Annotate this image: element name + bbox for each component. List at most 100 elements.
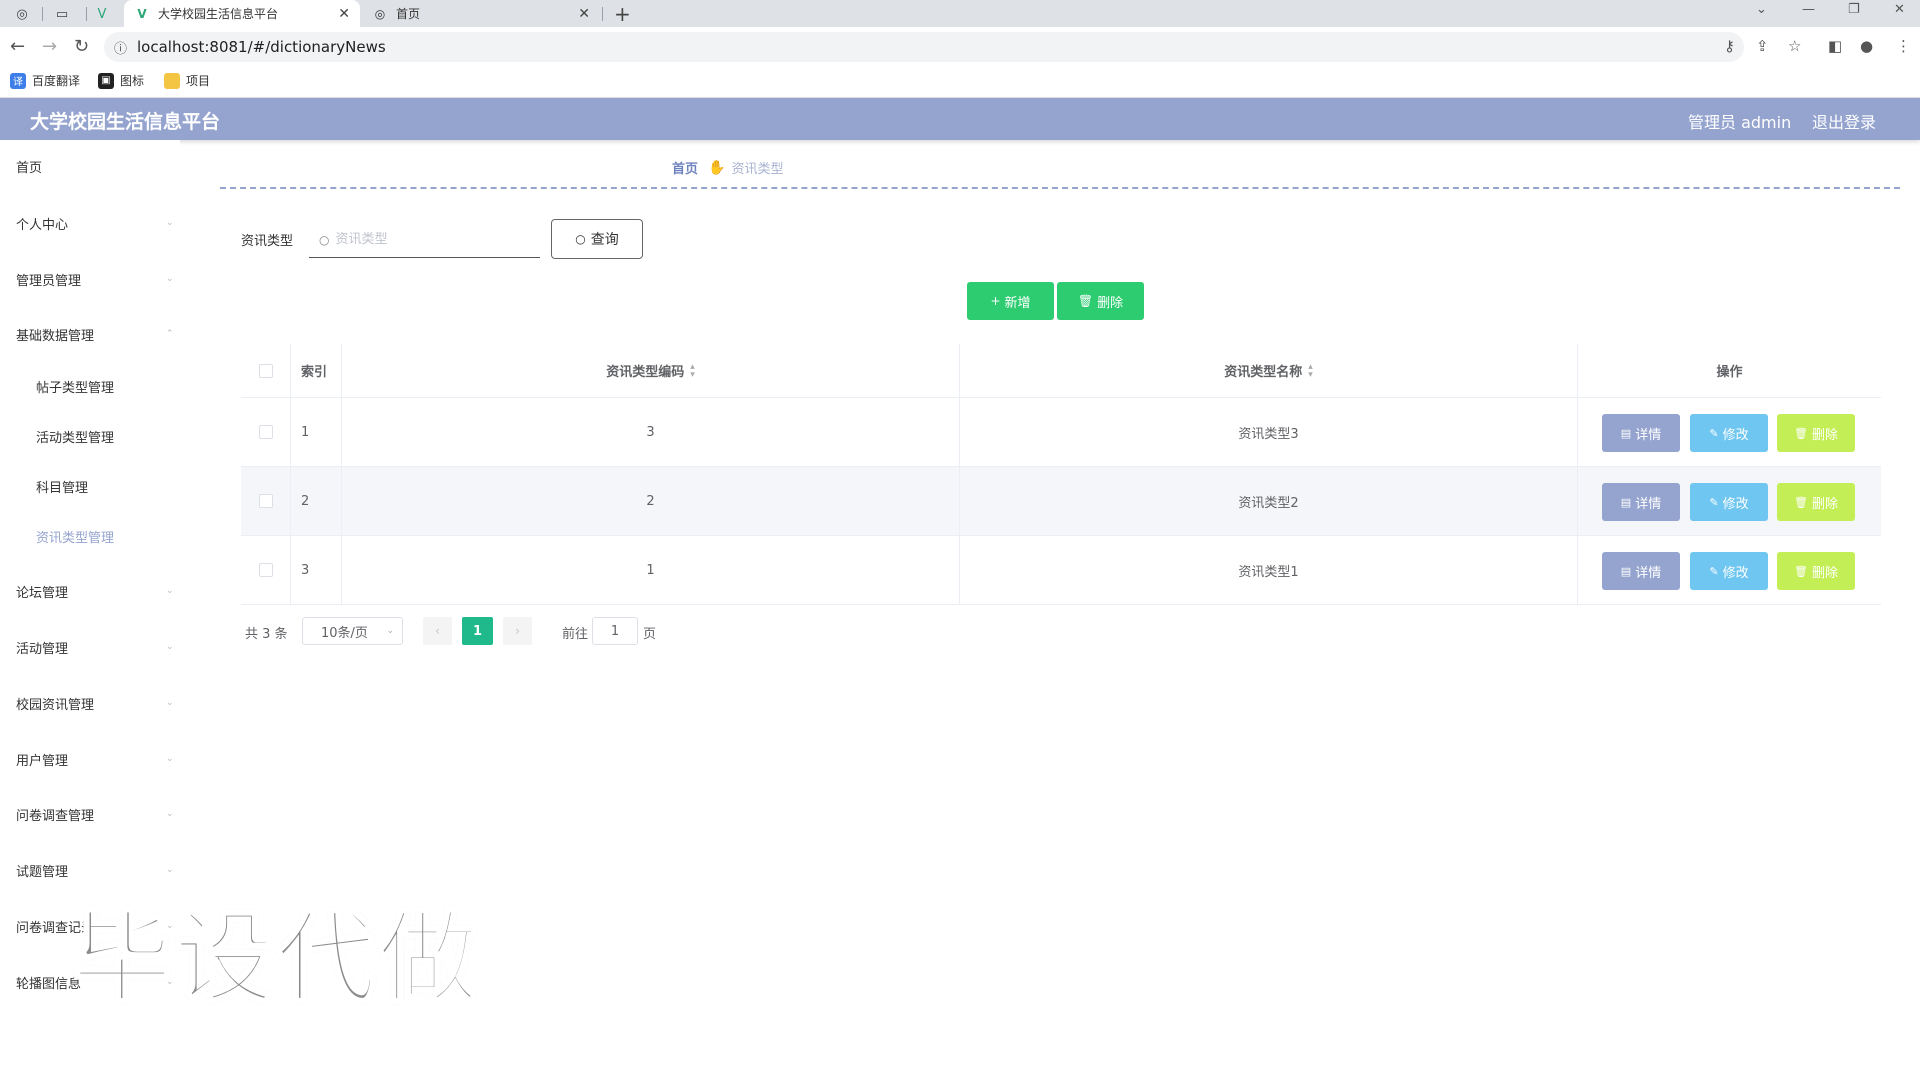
detail-button[interactable]: ▤ 详情 xyxy=(1602,414,1680,452)
search-input[interactable] xyxy=(335,232,526,247)
sidebar-item-campus-news[interactable]: 校园资讯管理 ⌄ xyxy=(0,691,180,715)
query-button[interactable]: ○ 查询 xyxy=(551,219,643,259)
edit-button[interactable]: ✎ 修改 xyxy=(1690,552,1768,590)
edit-icon: ✎ xyxy=(1709,495,1719,509)
back-icon[interactable]: ← xyxy=(10,36,25,57)
edit-label: 修改 xyxy=(1722,496,1749,512)
globe-icon: ◎ xyxy=(374,6,386,21)
sort-icon[interactable]: ▴ ▾ xyxy=(1308,362,1313,379)
close-icon[interactable]: ✕ xyxy=(578,6,590,22)
bookmark-icons[interactable]: ▣ 图标 xyxy=(98,72,144,89)
sidebar-item-users[interactable]: 用户管理 ⌄ xyxy=(0,747,180,771)
window-close-icon[interactable]: ✕ xyxy=(1894,2,1905,17)
address-bar[interactable]: ⓘ localhost:8081/#/dictionaryNews xyxy=(104,32,1744,62)
bookmark-label: 图标 xyxy=(120,74,145,88)
vue-tab-icon[interactable]: V xyxy=(90,3,114,25)
row-index: 3 xyxy=(291,536,342,604)
sidebar-item-home[interactable]: 首页 xyxy=(0,154,180,178)
blank-tab-icon[interactable]: ▭ xyxy=(50,3,74,25)
edit-icon: ✎ xyxy=(1709,564,1719,578)
detail-button[interactable]: ▤ 详情 xyxy=(1602,483,1680,521)
close-icon[interactable]: ✕ xyxy=(338,6,350,22)
side-panel-icon[interactable]: ◧ xyxy=(1828,37,1842,55)
sidebar-item-activity-type[interactable]: 活动类型管理 xyxy=(0,424,180,448)
sidebar-item-personal-center[interactable]: 个人中心 ⌄ xyxy=(0,211,180,235)
browser-tab[interactable]: ◎ 首页 ✕ xyxy=(362,0,600,27)
watermark-text: 毕设代做 xyxy=(71,899,480,1019)
edit-button[interactable]: ✎ 修改 xyxy=(1690,483,1768,521)
sidebar-item-survey[interactable]: 问卷调查管理 ⌄ xyxy=(0,802,180,826)
sidebar-item-post-type[interactable]: 帖子类型管理 xyxy=(0,374,180,398)
checkbox[interactable] xyxy=(258,425,273,439)
column-name[interactable]: 资讯类型名称 ▴ ▾ xyxy=(960,344,1578,397)
sort-icon[interactable]: ▴ ▾ xyxy=(690,362,695,379)
url-text[interactable]: localhost:8081/#/dictionaryNews xyxy=(137,38,386,56)
row-select[interactable] xyxy=(241,536,291,604)
bookmark-baidu-translate[interactable]: 译 百度翻译 xyxy=(10,72,80,89)
key-icon[interactable]: ⚷ xyxy=(1724,37,1735,55)
forward-icon[interactable]: → xyxy=(42,36,57,57)
detail-label: 详情 xyxy=(1635,427,1662,443)
checkbox[interactable] xyxy=(258,363,273,378)
sidebar-item-news-type[interactable]: 资讯类型管理 xyxy=(0,524,180,548)
breadcrumb-home[interactable]: 首页 xyxy=(672,158,698,177)
checkbox[interactable] xyxy=(258,494,273,508)
tab-separator xyxy=(86,7,87,21)
table-row: 2 2 资讯类型2 ▤ 详情 ✎ 修改 🗑 删除 xyxy=(241,467,1881,536)
sidebar-item-subject[interactable]: 科目管理 xyxy=(0,474,180,498)
search-icon: ○ xyxy=(575,232,586,246)
delete-button[interactable]: 🗑 删除 xyxy=(1777,483,1855,521)
chevron-down-icon: ⌄ xyxy=(166,642,174,652)
restore-icon[interactable]: ❐ xyxy=(1848,2,1860,17)
sidebar-item-label: 首页 xyxy=(16,160,43,176)
bookmark-project[interactable]: 项目 xyxy=(164,72,210,89)
sidebar-item-label: 用户管理 xyxy=(16,753,69,769)
profile-icon[interactable]: ● xyxy=(1860,37,1873,55)
page-number-active[interactable]: 1 xyxy=(462,617,493,645)
sidebar-item-forum[interactable]: 论坛管理 ⌄ xyxy=(0,579,180,603)
search-field[interactable]: ○ xyxy=(309,222,540,258)
detail-button[interactable]: ▤ 详情 xyxy=(1602,552,1680,590)
document-icon: ▤ xyxy=(1620,564,1632,578)
search-icon: ○ xyxy=(319,232,330,247)
checkbox[interactable] xyxy=(258,563,273,577)
header-select-all[interactable] xyxy=(241,344,291,397)
detail-label: 详情 xyxy=(1635,496,1662,512)
edit-icon: ✎ xyxy=(1709,426,1719,440)
pagination-total: 共 3 条 xyxy=(245,627,288,642)
sidebar-item-activity[interactable]: 活动管理 ⌄ xyxy=(0,635,180,659)
batch-delete-button[interactable]: 🗑 删除 xyxy=(1057,282,1144,320)
edit-button[interactable]: ✎ 修改 xyxy=(1690,414,1768,452)
goto-label: 前往 xyxy=(562,627,589,642)
row-select[interactable] xyxy=(241,398,291,466)
share-icon[interactable]: ⇪ xyxy=(1756,37,1769,55)
reload-icon[interactable]: ↻ xyxy=(74,36,89,57)
sidebar-item-label: 校园资讯管理 xyxy=(16,697,95,713)
sidebar-item-admin[interactable]: 管理员管理 ⌄ xyxy=(0,267,180,291)
next-page-button[interactable]: › xyxy=(503,617,532,645)
prev-page-button[interactable]: ‹ xyxy=(423,617,452,645)
column-code[interactable]: 资讯类型编码 ▴ ▾ xyxy=(342,344,960,397)
tab-search-chevron-icon[interactable]: ⌄ xyxy=(1756,2,1767,17)
new-tab-icon[interactable]: + xyxy=(614,2,631,26)
delete-button[interactable]: 🗑 删除 xyxy=(1777,414,1855,452)
star-icon[interactable]: ☆ xyxy=(1788,37,1801,55)
logout-link[interactable]: 退出登录 xyxy=(1812,109,1876,133)
row-select[interactable] xyxy=(241,467,291,535)
info-icon[interactable]: ⓘ xyxy=(114,38,127,57)
menu-icon[interactable]: ⋮ xyxy=(1896,37,1911,55)
browser-tab-active[interactable]: V 大学校园生活信息平台 ✕ xyxy=(124,0,360,27)
tab-search-icon[interactable]: ◎ xyxy=(10,3,34,25)
sidebar-item-label: 活动管理 xyxy=(16,641,69,657)
trash-icon: 🗑 xyxy=(1077,294,1094,308)
delete-button[interactable]: 🗑 删除 xyxy=(1777,552,1855,590)
add-button[interactable]: + 新增 xyxy=(967,282,1054,320)
page-size-select[interactable]: 10条/页 ⌄ xyxy=(302,617,403,645)
chevron-up-icon: ⌃ xyxy=(166,329,174,339)
chevron-down-icon: ⌄ xyxy=(166,865,174,875)
sidebar-item-label: 管理员管理 xyxy=(16,273,82,289)
goto-page-input[interactable]: 1 xyxy=(592,617,638,645)
minimize-icon[interactable]: — xyxy=(1802,2,1815,17)
sidebar-item-label: 试题管理 xyxy=(16,864,69,880)
sidebar-item-basic-data[interactable]: 基础数据管理 ⌃ xyxy=(0,322,180,346)
